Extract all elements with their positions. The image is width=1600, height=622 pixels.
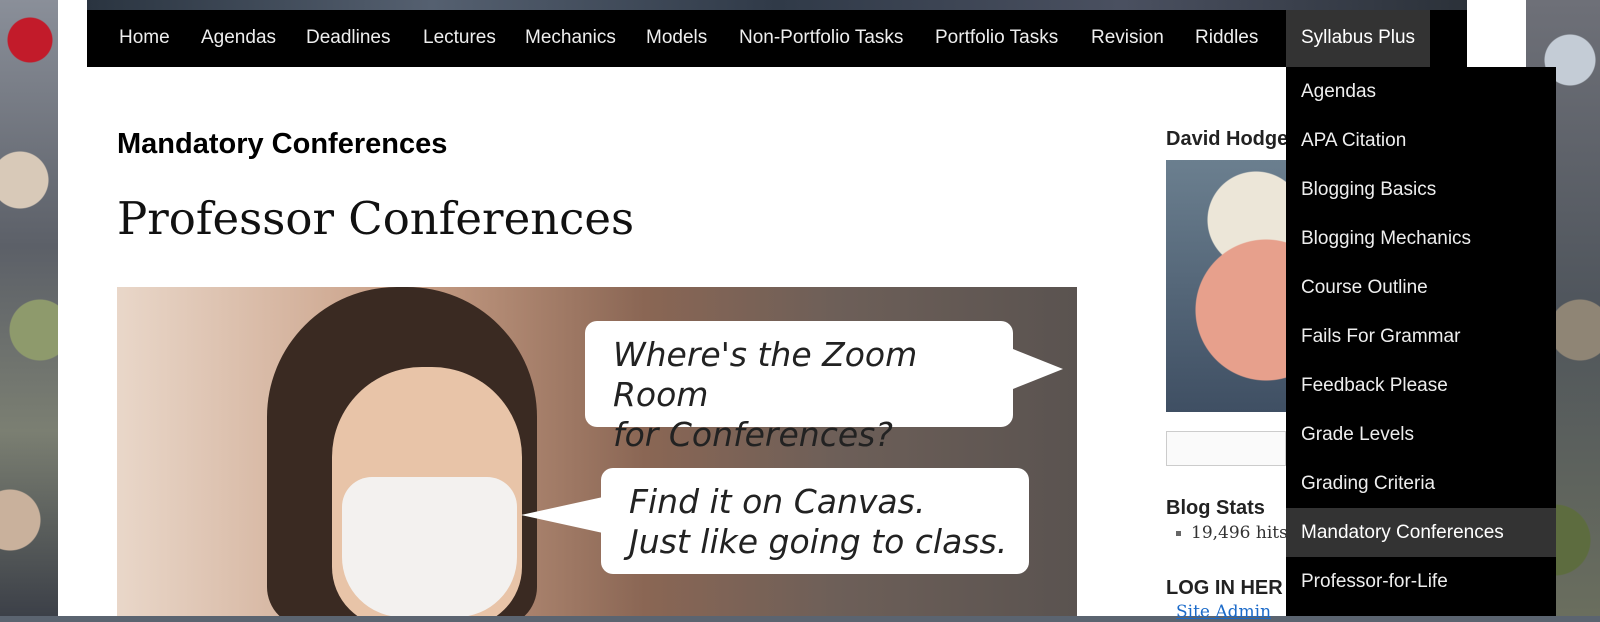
author-name: David Hodge: [1166, 128, 1289, 150]
nav-item-portfolio-tasks[interactable]: Portfolio Tasks: [920, 10, 1073, 67]
hero-image: Where's the Zoom Room for Conferences? F…: [117, 287, 1077, 616]
site-admin-link[interactable]: Site Admin: [1176, 602, 1271, 622]
speech-bubble-tail: [521, 497, 603, 533]
syllabus-plus-dropdown: Agendas APA Citation Blogging Basics Blo…: [1286, 67, 1556, 616]
search-input[interactable]: [1166, 431, 1286, 466]
author-avatar: [1166, 160, 1286, 412]
dropdown-item-apa-citation[interactable]: APA Citation: [1286, 116, 1556, 165]
nav-item-lectures[interactable]: Lectures: [408, 10, 511, 67]
speech-bubble-question: Where's the Zoom Room for Conferences?: [585, 321, 1013, 454]
speech-bubble-tail: [1013, 349, 1063, 389]
nav-item-non-portfolio-tasks[interactable]: Non-Portfolio Tasks: [724, 10, 918, 67]
nav-item-syllabus-plus[interactable]: Syllabus Plus: [1286, 10, 1431, 67]
nav-item-agendas[interactable]: Agendas: [186, 10, 291, 67]
nav-item-riddles[interactable]: Riddles: [1180, 10, 1273, 67]
nav-item-mechanics[interactable]: Mechanics: [510, 10, 631, 67]
nav-item-home[interactable]: Home: [104, 10, 185, 67]
blog-stats-hits-text: 19,496 hits: [1191, 523, 1288, 543]
dropdown-item-grade-levels[interactable]: Grade Levels: [1286, 410, 1556, 459]
login-title: LOG IN HER: [1166, 577, 1283, 599]
speech-bubble-answer: Find it on Canvas. Just like going to cl…: [601, 468, 1029, 574]
dropdown-item-feedback-please[interactable]: Feedback Please: [1286, 361, 1556, 410]
bullet-icon: [1176, 531, 1181, 536]
nav-item-revision[interactable]: Revision: [1076, 10, 1179, 67]
dropdown-item-professor-for-life[interactable]: Professor-for-Life: [1286, 557, 1556, 606]
face-mask: [342, 477, 517, 616]
speech-bubble-question-text: Where's the Zoom Room for Conferences?: [613, 335, 918, 454]
main-navigation: Home Agendas Deadlines Lectures Mechanic…: [87, 10, 1467, 67]
post-heading: Professor Conferences: [117, 192, 635, 245]
page-title: Mandatory Conferences: [117, 128, 448, 160]
header-image: [87, 0, 1467, 10]
background-left: [0, 0, 58, 616]
dropdown-item-mandatory-conferences[interactable]: Mandatory Conferences: [1286, 508, 1556, 557]
dropdown-item-grading-criteria[interactable]: Grading Criteria: [1286, 459, 1556, 508]
nav-item-models[interactable]: Models: [631, 10, 722, 67]
dropdown-item-blogging-basics[interactable]: Blogging Basics: [1286, 165, 1556, 214]
dropdown-item-fails-for-grammar[interactable]: Fails For Grammar: [1286, 312, 1556, 361]
dropdown-item-course-outline[interactable]: Course Outline: [1286, 263, 1556, 312]
blog-stats-title: Blog Stats: [1166, 497, 1265, 519]
blog-stats-hits: 19,496 hits: [1176, 523, 1288, 543]
nav-item-deadlines[interactable]: Deadlines: [291, 10, 406, 67]
speech-bubble-answer-text: Find it on Canvas. Just like going to cl…: [629, 482, 1008, 561]
dropdown-item-agendas[interactable]: Agendas: [1286, 67, 1556, 116]
dropdown-item-blogging-mechanics[interactable]: Blogging Mechanics: [1286, 214, 1556, 263]
